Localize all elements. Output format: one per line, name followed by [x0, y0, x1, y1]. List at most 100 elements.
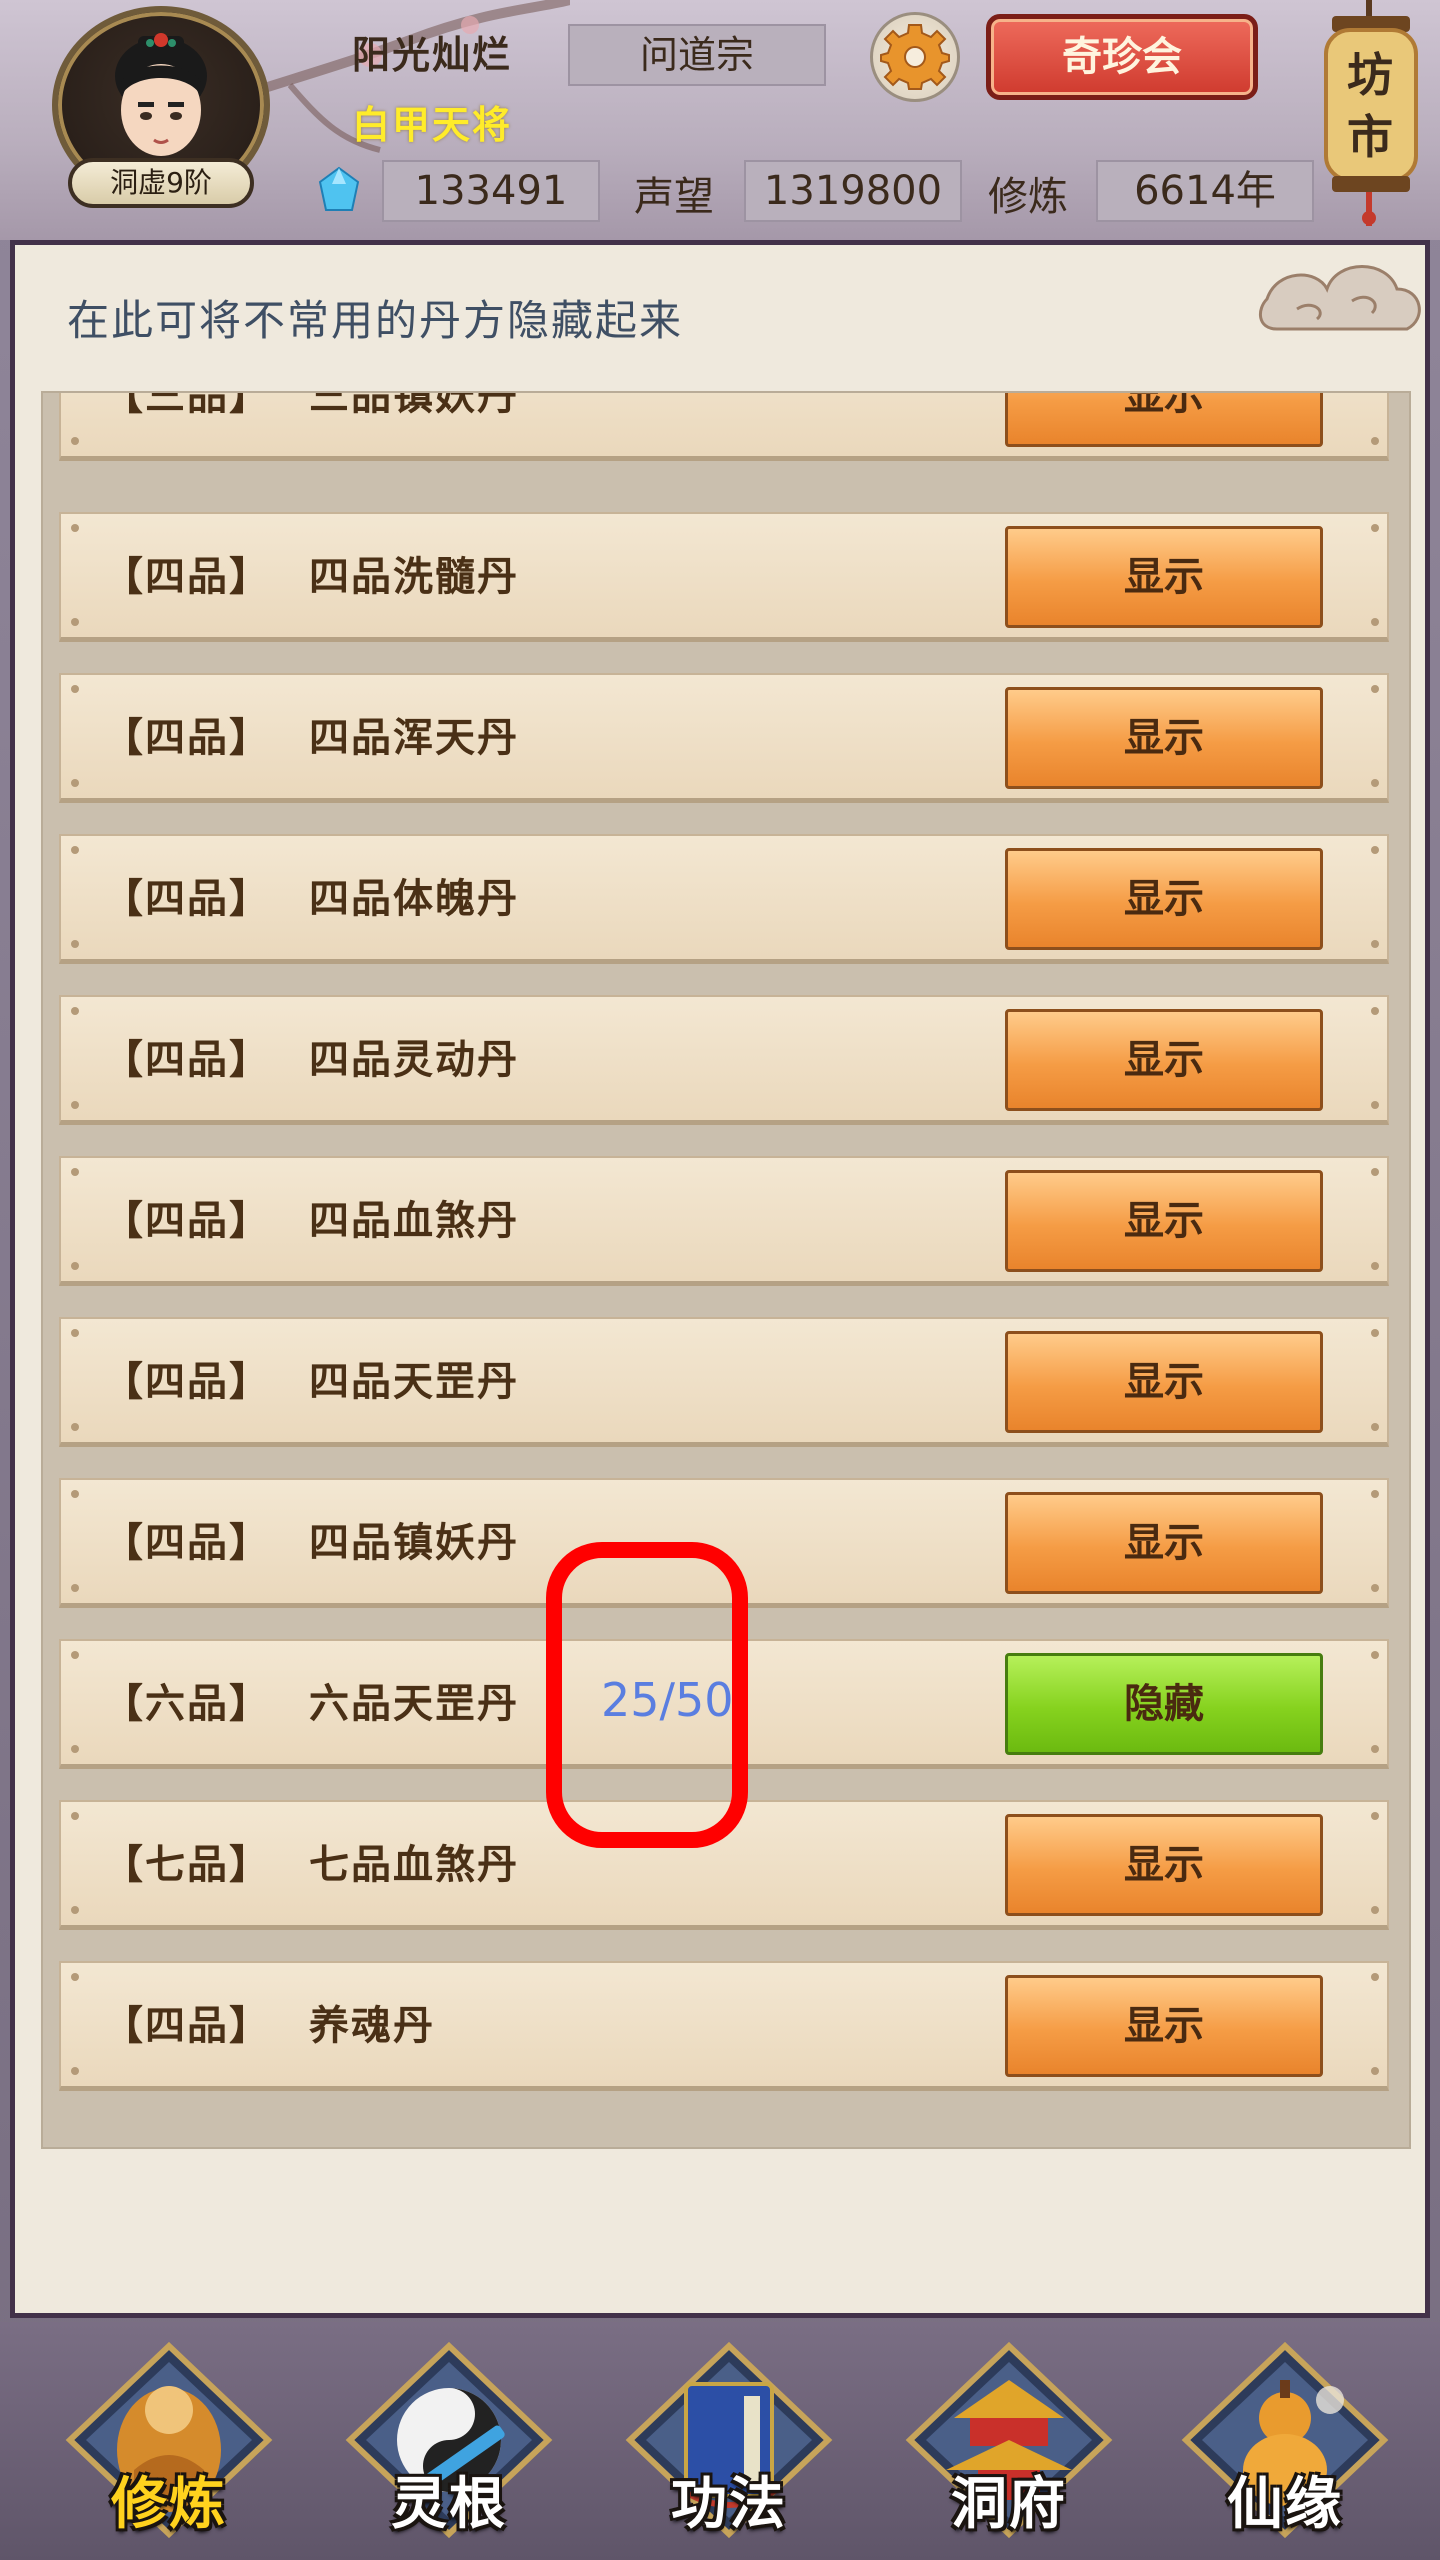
- nav-item-3[interactable]: 功法: [624, 2340, 834, 2552]
- recipe-name: 四品洗髓丹: [309, 554, 519, 600]
- recipe-grade: 【四品】: [103, 715, 271, 761]
- row-rivet: [1371, 1007, 1379, 1015]
- row-rivet: [71, 1168, 79, 1176]
- row-rivet: [71, 1651, 79, 1659]
- dialog-hint-text: 在此可将不常用的丹方隐藏起来: [67, 296, 684, 345]
- nav-label: 仙缘: [1227, 2472, 1343, 2537]
- show-button[interactable]: 显示: [1005, 1170, 1323, 1272]
- recipe-grade: 【六品】: [103, 1681, 271, 1727]
- show-button[interactable]: 显示: [1005, 1009, 1323, 1111]
- show-button[interactable]: 显示: [1005, 848, 1323, 950]
- row-rivet: [1371, 618, 1379, 626]
- row-rivet: [71, 437, 79, 445]
- row-rivet: [1371, 1423, 1379, 1431]
- hide-button[interactable]: 隐藏: [1005, 1653, 1323, 1755]
- row-rivet: [71, 685, 79, 693]
- row-rivet: [1371, 1168, 1379, 1176]
- row-rivet: [71, 1906, 79, 1914]
- row-rivet: [71, 1584, 79, 1592]
- recipe-row: 【四品】 四品体魄丹 显示: [59, 834, 1389, 964]
- row-rivet: [71, 1329, 79, 1337]
- player-name: 阳光灿烂: [352, 33, 513, 77]
- recipe-row: 【四品】 四品洗髓丹 显示: [59, 512, 1389, 642]
- recipe-grade: 【四品】: [103, 1359, 271, 1405]
- recipe-name: 四品镇妖丹: [309, 1520, 519, 1566]
- recipe-name: 七品血煞丹: [309, 1842, 519, 1888]
- row-rivet: [71, 779, 79, 787]
- row-rivet: [1371, 1490, 1379, 1498]
- row-rivet: [71, 1973, 79, 1981]
- show-button[interactable]: 显示: [1005, 1814, 1323, 1916]
- nav-item-2[interactable]: 灵根: [344, 2340, 554, 2552]
- reputation-value: 1319800: [744, 160, 962, 222]
- recipe-grade: 【四品】: [103, 554, 271, 600]
- row-rivet: [1371, 940, 1379, 948]
- recipe-name: 四品灵动丹: [309, 1037, 519, 1083]
- show-button[interactable]: 显示: [1005, 1975, 1323, 2077]
- row-rivet: [71, 1812, 79, 1820]
- highlight-circle: [546, 1542, 748, 1848]
- row-rivet: [71, 1007, 79, 1015]
- spirit-stones-value: 133491: [382, 160, 600, 222]
- spirit-stone-icon: [318, 166, 360, 211]
- recipe-name: 四品浑天丹: [309, 715, 519, 761]
- recipe-name: 养魂丹: [309, 2003, 435, 2049]
- row-rivet: [1371, 2067, 1379, 2075]
- recipe-grade: 【四品】: [103, 1520, 271, 1566]
- nav-item-4[interactable]: 洞府: [904, 2340, 1114, 2552]
- reputation-label: 声望: [634, 174, 714, 220]
- row-rivet: [71, 618, 79, 626]
- recipe-name: 三品镇妖丹: [309, 391, 519, 419]
- row-rivet: [1371, 685, 1379, 693]
- recipe-row: 【四品】 四品浑天丹 显示: [59, 673, 1389, 803]
- recipe-list[interactable]: 【三品】 三品镇妖丹 显示 【四品】 四品洗髓丹 显示 【四品】 四品浑天丹 显示 【四品】 四品体…: [41, 391, 1411, 2149]
- show-button[interactable]: 显示: [1005, 1331, 1323, 1433]
- recipe-name: 四品体魄丹: [309, 876, 519, 922]
- recipe-row: 【四品】 四品灵动丹 显示: [59, 995, 1389, 1125]
- recipe-row: 【三品】 三品镇妖丹 显示: [59, 391, 1389, 461]
- recipe-grade: 【三品】: [103, 391, 271, 419]
- row-rivet: [1371, 524, 1379, 532]
- show-button[interactable]: 显示: [1005, 526, 1323, 628]
- row-rivet: [1371, 1101, 1379, 1109]
- show-button[interactable]: 显示: [1005, 393, 1323, 447]
- nav-label: 灵根: [391, 2472, 507, 2537]
- recipe-row: 【四品】 养魂丹 显示: [59, 1961, 1389, 2091]
- nav-label: 洞府: [951, 2472, 1067, 2537]
- row-rivet: [71, 1101, 79, 1109]
- treasure-auction-button[interactable]: 奇珍会: [986, 14, 1258, 100]
- row-rivet: [1371, 1262, 1379, 1270]
- recipe-row: 【四品】 四品血煞丹 显示: [59, 1156, 1389, 1286]
- settings-button[interactable]: [870, 12, 960, 102]
- recipe-grade: 【七品】: [103, 1842, 271, 1888]
- bottom-navigation: 修炼 灵根 功法 洞府 仙缘: [0, 2322, 1440, 2560]
- market-lantern-label[interactable]: 坊市: [1342, 44, 1398, 168]
- recipe-name: 六品天罡丹: [309, 1681, 519, 1727]
- row-rivet: [71, 1423, 79, 1431]
- show-button[interactable]: 显示: [1005, 687, 1323, 789]
- sect-name: 问道宗: [568, 24, 826, 86]
- recipe-grade: 【四品】: [103, 1037, 271, 1083]
- row-rivet: [71, 940, 79, 948]
- row-rivet: [1371, 1973, 1379, 1981]
- nav-label: 功法: [671, 2472, 787, 2537]
- row-rivet: [1371, 1745, 1379, 1753]
- hide-recipes-dialog: 在此可将不常用的丹方隐藏起来 【三品】 三品镇妖丹 显示 【四品】 四品洗髓丹 显示 【四品…: [10, 240, 1430, 2537]
- row-rivet: [1371, 779, 1379, 787]
- recipe-name: 四品天罡丹: [309, 1359, 519, 1405]
- nav-label: 修炼: [111, 2472, 227, 2537]
- row-rivet: [1371, 1329, 1379, 1337]
- nav-item-5[interactable]: 仙缘: [1180, 2340, 1390, 2552]
- row-rivet: [1371, 1584, 1379, 1592]
- rank-badge: 洞虚9阶: [68, 158, 254, 208]
- show-button[interactable]: 显示: [1005, 1492, 1323, 1594]
- row-rivet: [1371, 437, 1379, 445]
- row-rivet: [71, 2067, 79, 2075]
- recipe-name: 四品血煞丹: [309, 1198, 519, 1244]
- cloud-decoration: [1258, 265, 1421, 331]
- row-rivet: [1371, 1906, 1379, 1914]
- nav-item-1[interactable]: 修炼: [64, 2340, 274, 2552]
- row-rivet: [71, 1745, 79, 1753]
- recipe-grade: 【四品】: [103, 2003, 271, 2049]
- row-rivet: [71, 1490, 79, 1498]
